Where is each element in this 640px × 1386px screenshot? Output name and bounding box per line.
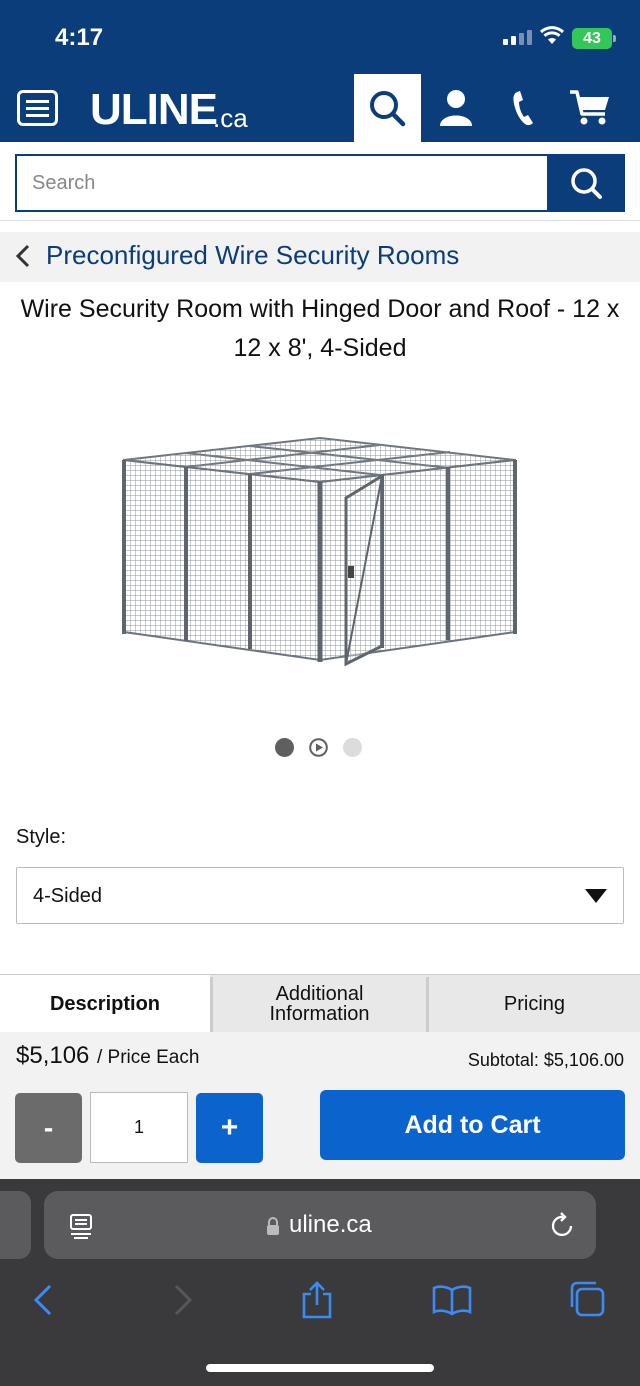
search-icon — [370, 91, 406, 127]
cart-icon[interactable] — [568, 88, 612, 128]
subtotal: Subtotal: $5,106.00 — [467, 1050, 624, 1070]
search-submit-button[interactable] — [547, 156, 625, 210]
back-icon[interactable] — [30, 1283, 58, 1317]
style-selected-value: 4-Sided — [33, 885, 102, 907]
product-tabs: Description Additional Information Prici… — [0, 974, 640, 1033]
product-image[interactable] — [110, 420, 530, 680]
tab-description[interactable]: Description — [0, 975, 210, 1033]
logo-suffix: .ca — [213, 103, 248, 133]
carousel-dot-1[interactable] — [275, 738, 294, 757]
tab-additional-information[interactable]: Additional Information — [213, 975, 426, 1033]
url-text[interactable]: uline.ca — [289, 1211, 372, 1239]
increase-quantity-button[interactable]: + — [196, 1093, 263, 1163]
unit-price: $5,106 — [16, 1042, 90, 1069]
style-select[interactable]: 4-Sided — [16, 867, 624, 924]
phone-icon[interactable] — [509, 88, 537, 128]
bookmarks-icon[interactable] — [432, 1284, 472, 1316]
chevron-left-icon[interactable] — [14, 243, 32, 269]
battery-level: 43 — [583, 30, 601, 47]
cellular-signal-icon — [503, 30, 532, 45]
style-label: Style: — [16, 826, 67, 848]
chevron-down-icon — [585, 889, 607, 903]
uline-logo[interactable]: ULINE — [90, 85, 218, 135]
lock-icon — [267, 1217, 279, 1235]
quantity-input[interactable]: 1 — [90, 1092, 188, 1163]
image-carousel-dots — [275, 738, 362, 757]
home-indicator — [206, 1364, 434, 1372]
header-search-button[interactable] — [354, 74, 421, 142]
reader-view-icon[interactable] — [68, 1212, 96, 1240]
breadcrumb-link[interactable]: Preconfigured Wire Security Rooms — [46, 240, 459, 271]
decrease-quantity-button[interactable]: - — [15, 1093, 82, 1163]
search-input[interactable] — [17, 156, 547, 210]
tabs-icon[interactable] — [568, 1280, 606, 1318]
reload-icon[interactable] — [549, 1212, 577, 1240]
status-time: 4:17 — [55, 24, 104, 51]
price-unit-label: / Price Each — [97, 1047, 200, 1068]
account-icon[interactable] — [437, 88, 475, 128]
carousel-dot-3[interactable] — [343, 738, 362, 757]
wifi-icon — [539, 26, 565, 44]
add-to-cart-button[interactable]: Add to Cart — [320, 1090, 625, 1160]
video-play-icon[interactable] — [309, 738, 328, 757]
menu-icon[interactable] — [17, 90, 58, 126]
divider — [0, 220, 640, 221]
search-icon — [571, 168, 602, 199]
forward-icon — [174, 1284, 193, 1316]
previous-tab-preview[interactable] — [0, 1191, 31, 1259]
share-icon[interactable] — [300, 1280, 334, 1320]
search-bar — [15, 154, 625, 212]
product-title: Wire Security Room with Hinged Door and … — [20, 295, 620, 362]
battery-icon: 43 — [572, 28, 616, 49]
tab-pricing[interactable]: Pricing — [429, 975, 640, 1033]
